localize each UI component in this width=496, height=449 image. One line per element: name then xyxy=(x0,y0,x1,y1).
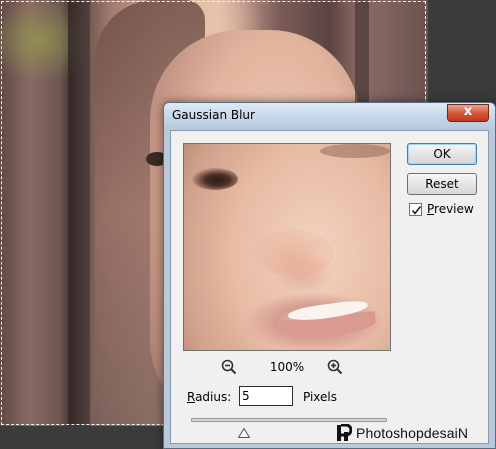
ok-button[interactable]: OK xyxy=(407,143,477,165)
preview-checkbox-label[interactable]: Preview xyxy=(427,202,474,216)
radius-input[interactable] xyxy=(239,386,293,406)
radius-label: Radius: xyxy=(187,390,231,404)
document-canvas[interactable]: Gaussian Blur x 100% Radius: 5 Pixels OK… xyxy=(0,0,496,449)
dialog-title: Gaussian Blur xyxy=(172,108,255,122)
photoshopdesain-logo-icon xyxy=(337,424,352,441)
preview-label-text: review xyxy=(434,202,474,216)
preview-brow xyxy=(320,144,390,158)
radius-label-text: adius: xyxy=(195,390,232,404)
zoom-in-icon[interactable] xyxy=(327,359,343,375)
preview-eye xyxy=(192,168,238,190)
close-icon: x xyxy=(463,104,473,119)
dialog-body: 100% Radius: Pixels OK Reset xyxy=(170,130,489,444)
close-button[interactable]: x xyxy=(447,104,489,122)
dialog-titlebar[interactable]: Gaussian Blur x xyxy=(164,103,495,129)
preview-nose xyxy=(254,230,334,276)
radius-slider-thumb[interactable] xyxy=(237,423,251,438)
watermark: PhotoshopdesaiN xyxy=(336,423,468,443)
reset-button[interactable]: Reset xyxy=(407,173,477,195)
gaussian-blur-dialog: Gaussian Blur x 100% Radius: 5 Pixels OK… xyxy=(163,102,496,449)
radius-label-accesskey: R xyxy=(187,390,196,404)
photo-shadow-left xyxy=(68,0,90,426)
watermark-text: PhotoshopdesaiN xyxy=(356,425,469,441)
zoom-level: 100% xyxy=(269,360,305,374)
checkmark-icon xyxy=(411,206,422,215)
radius-slider-track[interactable] xyxy=(191,418,387,422)
radius-units-label: Pixels xyxy=(303,390,338,404)
blur-preview-window[interactable] xyxy=(183,143,391,351)
zoom-out-icon[interactable] xyxy=(221,359,237,375)
preview-label-accesskey: P xyxy=(427,202,435,216)
preview-checkbox[interactable] xyxy=(409,203,422,216)
